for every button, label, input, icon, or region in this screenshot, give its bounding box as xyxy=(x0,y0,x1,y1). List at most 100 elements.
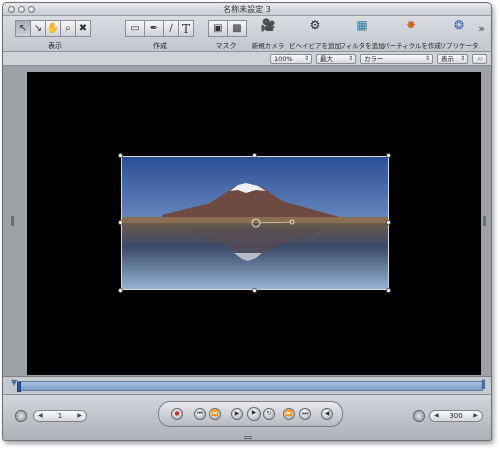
pan-tool[interactable]: ✋ xyxy=(45,20,61,37)
resolution-popup[interactable]: 最大 ⇕ xyxy=(316,54,356,64)
popup-arrows-icon: ⇕ xyxy=(424,55,430,62)
popup-arrows-icon: ⇕ xyxy=(347,55,353,62)
camera-icon: 🎥 xyxy=(260,18,276,32)
add-filter-label: フィルタを追加 xyxy=(339,42,385,50)
rectangle-mask-icon: ▣ xyxy=(213,22,223,34)
zoom-popup[interactable]: 100% ⇕ xyxy=(270,54,312,64)
select-arrow-tool[interactable]: ↖ xyxy=(15,20,31,37)
go-to-start-button[interactable]: ⏮ xyxy=(194,408,206,420)
canvas-options-bar: 100% ⇕ 最大 ⇕ カラー ⇕ 表示 ⇕ ▭ xyxy=(3,52,491,66)
transport-controls: ◀ 1 ▶ ● ⏮ ⏪ ▶ ▶ ↻ ⏩ ⏭ ◀ ◀ 300 ▶ xyxy=(3,394,491,440)
text-t-icon: T xyxy=(181,21,190,36)
bezier-tool[interactable]: ✒ xyxy=(144,20,164,37)
transform-handle[interactable] xyxy=(386,288,391,293)
overlay-icon: ▭ xyxy=(477,55,483,62)
channels-popup[interactable]: カラー ⇕ xyxy=(360,54,433,64)
mini-timeline: ▼ ▌ xyxy=(3,376,491,394)
view-value: 表示 xyxy=(441,55,454,63)
timeline-bar[interactable] xyxy=(17,381,483,391)
rectangle-mask-tool[interactable]: ▣ xyxy=(208,20,228,37)
bezier-pen-icon: ✒ xyxy=(149,22,159,34)
replicate-label: リプリケータ xyxy=(439,42,479,50)
previous-frame-button[interactable]: ⏪ xyxy=(209,408,221,420)
adjust-tool[interactable]: ↘ xyxy=(30,20,46,37)
channels-value: カラー xyxy=(364,55,384,63)
create-group-label: 作成 xyxy=(153,42,167,50)
mountain-lake-image[interactable] xyxy=(121,156,389,290)
toolbar: ↖ ↘ ✋ ⌕ ✖ 表示 ▭ ✒ ∕ T 作成 ▣ ▩ マスク 🎥 新規カメラ … xyxy=(3,16,491,52)
end-frame-value: 300 xyxy=(449,412,463,420)
play-large-icon: ▶ xyxy=(251,409,257,416)
current-frame-field[interactable]: ◀ 1 ▶ xyxy=(33,410,87,422)
transform-handle[interactable] xyxy=(118,220,123,225)
play-button[interactable]: ▶ xyxy=(231,408,243,420)
left-panel-divider[interactable] xyxy=(11,216,14,226)
play-icon: ▶ xyxy=(234,410,240,417)
app-window: 名称未設定 3 ↖ ↘ ✋ ⌕ ✖ 表示 ▭ ✒ ∕ T 作成 ▣ ▩ マスク … xyxy=(2,2,492,441)
gear-icon: ⚙ xyxy=(309,18,321,32)
particles-icon: ✸ xyxy=(405,18,417,32)
increment-arrow-icon[interactable]: ▶ xyxy=(77,411,82,421)
hand-icon: ✋ xyxy=(46,22,60,34)
transform-handle[interactable] xyxy=(252,288,257,293)
mountain-photo-graphic xyxy=(122,157,388,289)
filter-icon: ▦ xyxy=(356,18,368,32)
add-filter-button[interactable]: ▦ フィルタを追加 xyxy=(334,18,390,50)
record-button[interactable]: ● xyxy=(171,408,183,420)
rectangle-tool[interactable]: ▭ xyxy=(125,20,145,37)
replicator-icon: ❂ xyxy=(453,18,465,32)
out-point-marker-icon[interactable]: ▌ xyxy=(482,380,488,389)
end-frame-field[interactable]: ◀ 300 ▶ xyxy=(429,410,483,422)
text-tool[interactable]: T xyxy=(178,20,194,37)
arrow-pointer-icon: ↖ xyxy=(18,22,28,34)
skip-start-icon: ⏮ xyxy=(197,410,203,417)
playback-controls: ● ⏮ ⏪ ▶ ▶ ↻ ⏩ ⏭ ◀ xyxy=(158,401,343,427)
audio-button[interactable]: ◀ xyxy=(321,408,333,420)
popup-arrows-icon: ⇕ xyxy=(459,55,465,62)
decrement-arrow-icon[interactable]: ◀ xyxy=(38,411,43,421)
current-frame-value: 1 xyxy=(57,412,63,420)
adjust-item-icon: ↘ xyxy=(33,22,43,34)
step-back-icon: ⏪ xyxy=(211,410,219,417)
pen-icon: ∕ xyxy=(169,22,173,34)
transform-handle[interactable] xyxy=(386,153,391,158)
zoom-tool[interactable]: ⌕ xyxy=(60,20,76,37)
mask-group-label: マスク xyxy=(215,42,237,50)
canvas[interactable] xyxy=(27,72,481,375)
3d-view-tool[interactable]: ✖ xyxy=(75,20,91,37)
transform-handle[interactable] xyxy=(118,288,123,293)
step-forward-icon: ⏩ xyxy=(285,410,293,417)
loop-icon: ↻ xyxy=(266,410,272,417)
loop-button[interactable]: ↻ xyxy=(263,408,275,420)
frame-jog-icon[interactable] xyxy=(15,410,27,422)
playhead-icon[interactable] xyxy=(17,382,21,392)
resize-grip[interactable] xyxy=(244,436,252,439)
transform-handle[interactable] xyxy=(252,153,257,158)
duration-jog-icon[interactable] xyxy=(413,410,425,422)
title-bar: 名称未設定 3 xyxy=(3,3,491,16)
3d-transform-icon: ✖ xyxy=(78,22,88,34)
transform-handle[interactable] xyxy=(118,153,123,158)
view-group-label: 表示 xyxy=(48,42,62,50)
decrement-arrow-icon[interactable]: ◀ xyxy=(434,411,439,421)
view-popup[interactable]: 表示 ⇕ xyxy=(437,54,468,64)
view-tools-group: ↖ ↘ ✋ ⌕ ✖ xyxy=(15,20,91,38)
skip-end-icon: ⏭ xyxy=(302,410,308,417)
go-to-end-button[interactable]: ⏭ xyxy=(299,408,311,420)
create-tools-group: ▭ ✒ ∕ T xyxy=(125,20,194,38)
zoom-value: 100% xyxy=(274,55,293,63)
overlay-popup[interactable]: ▭ xyxy=(472,54,487,64)
play-pause-button[interactable]: ▶ xyxy=(247,407,261,421)
next-frame-button[interactable]: ⏩ xyxy=(283,408,295,420)
right-panel-divider[interactable] xyxy=(483,216,486,226)
increment-arrow-icon[interactable]: ▶ xyxy=(473,411,478,421)
magnifier-icon: ⌕ xyxy=(65,22,71,34)
toolbar-overflow-icon[interactable]: » xyxy=(478,22,485,35)
rectangle-icon: ▭ xyxy=(130,22,140,34)
paint-stroke-tool[interactable]: ∕ xyxy=(163,20,179,37)
transform-handle[interactable] xyxy=(386,220,391,225)
speaker-icon: ◀ xyxy=(324,410,330,417)
resolution-value: 最大 xyxy=(320,55,333,63)
window-title: 名称未設定 3 xyxy=(223,5,271,14)
popup-arrows-icon: ⇕ xyxy=(303,55,309,62)
